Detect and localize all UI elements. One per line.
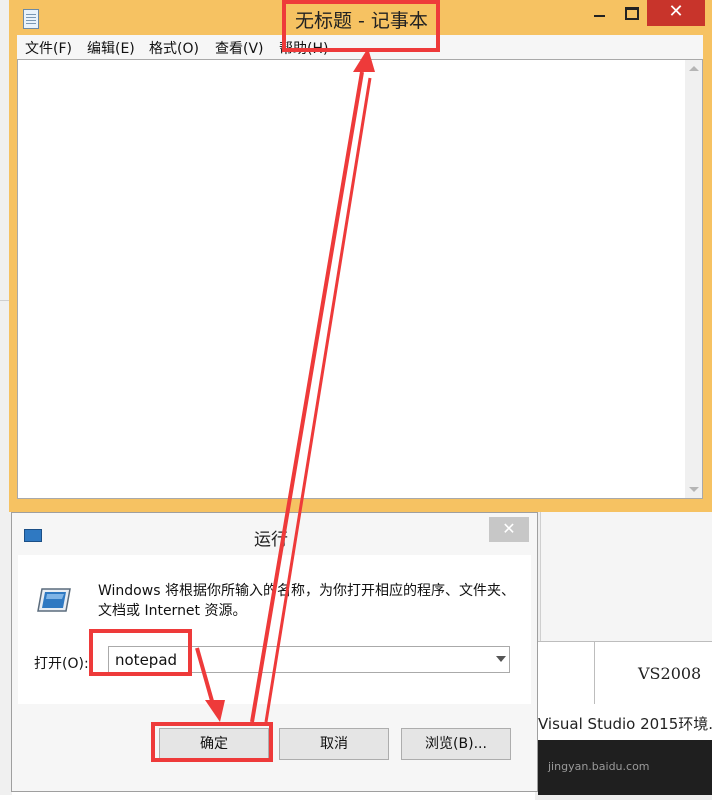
background-panel (540, 505, 712, 642)
cancel-button[interactable]: 取消 (279, 728, 389, 760)
menu-file[interactable]: 文件(F) (25, 38, 72, 58)
run-dialog: 运行 ✕ Windows 将根据你所输入的名称，为你打开相应的程序、文件夹、文档… (11, 512, 538, 792)
notepad-icon (23, 9, 39, 29)
open-input[interactable] (108, 646, 510, 673)
open-label: 打开(O): (34, 656, 89, 672)
chevron-down-icon[interactable] (496, 656, 506, 662)
menu-help[interactable]: 帮助(H) (279, 38, 328, 58)
background-table: VS2008 (538, 641, 712, 705)
menu-format[interactable]: 格式(O) (149, 38, 199, 58)
close-button[interactable]: ✕ (647, 0, 705, 26)
menu-edit[interactable]: 编辑(E) (87, 38, 135, 58)
run-icon (24, 529, 42, 542)
menu-bar: 文件(F) 编辑(E) 格式(O) 查看(V) 帮助(H) (17, 35, 703, 59)
table-divider (594, 642, 595, 704)
notepad-window: 无标题 - 记事本 ✕ 文件(F) 编辑(E) 格式(O) 查看(V) 帮助(H… (9, 0, 712, 512)
dialog-titlebar: 运行 ✕ (12, 513, 537, 555)
window-title: 无标题 - 记事本 (295, 10, 428, 32)
dialog-body: Windows 将根据你所输入的名称，为你打开相应的程序、文件夹、文档或 Int… (18, 555, 531, 704)
background-task-text: Visual Studio 2015环境... (538, 715, 712, 733)
scroll-down-icon[interactable] (689, 487, 699, 492)
menu-view[interactable]: 查看(V) (215, 38, 264, 58)
watermark: jingyan.baidu.com (548, 760, 650, 773)
text-editor[interactable] (17, 59, 703, 499)
maximize-button[interactable] (615, 0, 645, 27)
background-task-band: Visual Studio 2015环境... (538, 704, 712, 740)
vertical-scrollbar[interactable] (685, 60, 702, 498)
dialog-description: Windows 将根据你所输入的名称，为你打开相应的程序、文件夹、文档或 Int… (98, 583, 515, 619)
scroll-up-icon[interactable] (689, 66, 699, 71)
browse-button[interactable]: 浏览(B)... (401, 728, 511, 760)
ok-button[interactable]: 确定 (159, 728, 269, 760)
minimize-button[interactable] (584, 0, 614, 27)
dialog-close-button[interactable]: ✕ (489, 517, 529, 542)
dialog-title: 运行 (254, 530, 288, 550)
table-cell: VS2008 (638, 664, 702, 683)
run-large-icon (37, 588, 71, 612)
